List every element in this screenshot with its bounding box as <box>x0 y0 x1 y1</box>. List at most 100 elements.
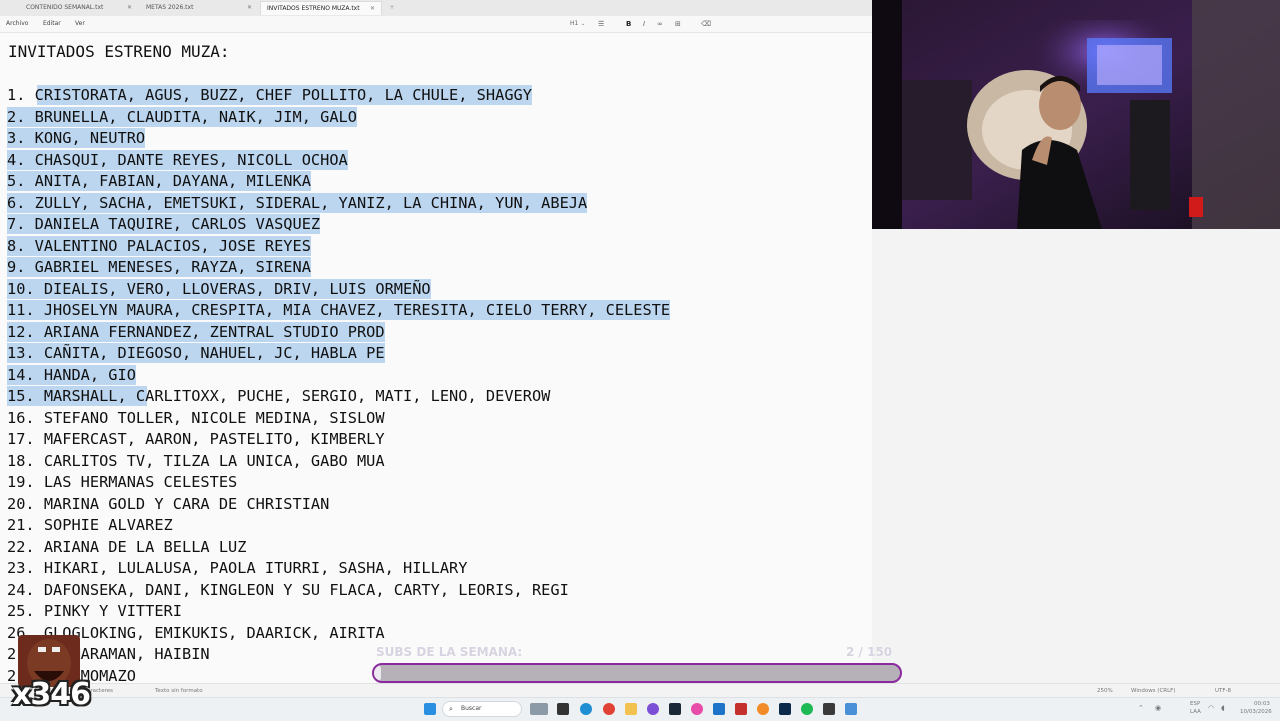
task-view-icon[interactable] <box>557 703 569 715</box>
subs-progress-bar <box>372 663 902 683</box>
wifi-icon[interactable]: ◠ <box>1208 702 1214 714</box>
document-line: 4. CHASQUI, DANTE REYES, NICOLL OCHOA <box>7 149 348 170</box>
line-text: 16. STEFANO TOLLER, NICOLE MEDINA, SISLO… <box>7 408 385 427</box>
search-icon: ⌕ <box>449 705 453 713</box>
line-text: 19. LAS HERMANAS CELESTES <box>7 473 238 491</box>
app-icon[interactable] <box>735 703 747 715</box>
emote-count: x346 <box>12 677 91 712</box>
tab-label: INVITADOS ESTRENO MUZA.txt <box>267 5 360 12</box>
zoom-level[interactable]: 250% <box>1097 684 1113 698</box>
webcam-overlay <box>872 0 1280 229</box>
line-text: 10. DIEALIS, VERO, LLOVERAS, DRIV, LUIS … <box>7 279 431 298</box>
line-text: 12. ARIANA FERNANDEZ, ZENTRAL STUDIO PRO… <box>7 322 385 341</box>
tab-contenido-semanal[interactable]: CONTENIDO SEMANAL.txt ✕ <box>0 1 138 15</box>
app-icon[interactable] <box>757 703 769 715</box>
line-text: 17. MAFERCAST, AARON, PASTELITO, KIMBERL… <box>7 430 385 448</box>
text-editor[interactable]: INVITADOS ESTRENO MUZA: 1. CRISTORATA, A… <box>0 33 872 685</box>
line-text: 25. PINKY Y VITTERI <box>7 602 182 620</box>
windows-start-icon[interactable] <box>424 703 436 715</box>
tab-metas[interactable]: METAS 2026.txt ✕ <box>120 1 258 15</box>
terminal-icon[interactable] <box>823 703 835 715</box>
heading-dropdown[interactable]: H1 <box>570 16 578 32</box>
line-text: 4. CHASQUI, DANTE REYES, NICOLL OCHOA <box>7 150 348 169</box>
steam-icon[interactable] <box>669 703 681 715</box>
document-line: 2. BRUNELLA, CLAUDITA, NAIK, JIM, GALO <box>7 106 357 127</box>
subs-goal-label: SUBS DE LA SEMANA: <box>376 645 523 659</box>
line-ending[interactable]: Windows (CRLF) <box>1131 684 1175 698</box>
close-icon[interactable]: ✕ <box>370 2 375 16</box>
document-line: 13. CAÑITA, DIEGOSO, NAHUEL, JC, HABLA P… <box>7 343 385 363</box>
document-line: 23. HIKARI, LULALUSA, PAOLA ITURRI, SASH… <box>7 558 467 578</box>
menu-bar: Archivo Editar Ver H1 ⌄ ☰ B I ∞ ⊞ ⌫ <box>0 16 872 33</box>
line-text: 24. DAFONSEKA, DANI, KINGLEON Y SU FLACA… <box>7 580 569 599</box>
app-icon[interactable] <box>779 703 791 715</box>
widget-icon[interactable] <box>530 703 548 715</box>
spotify-icon[interactable] <box>801 703 813 715</box>
document-line: 1. CRISTORATA, AGUS, BUZZ, CHEF POLLITO,… <box>7 85 532 105</box>
line-text: 18. CARLITOS TV, TILZA LA UNICA, GABO MU… <box>7 451 385 470</box>
tab-invitados[interactable]: INVITADOS ESTRENO MUZA.txt ✕ <box>260 1 382 15</box>
store-icon[interactable] <box>713 703 725 715</box>
volume-icon[interactable]: ◖ <box>1221 702 1225 714</box>
document-line: 11. JHOSELYN MAURA, CRESPITA, MIA CHAVEZ… <box>7 300 671 320</box>
line-text: 13. CAÑITA, DIEGOSO, NAHUEL, JC, HABLA P… <box>7 344 385 362</box>
tab-bar: CONTENIDO SEMANAL.txt ✕ METAS 2026.txt ✕ I… <box>0 0 872 17</box>
document-line: 16. STEFANO TOLLER, NICOLE MEDINA, SISLO… <box>7 408 385 428</box>
line-text: 9. GABRIEL MENESES, RAYZA, SIRENA <box>7 258 311 276</box>
line-text: 11. JHOSELYN MAURA, CRESPITA, MIA CHAVEZ… <box>7 301 671 319</box>
tab-label: METAS 2026.txt <box>146 4 194 11</box>
clock-date[interactable]: 10/03/2026 <box>1240 708 1272 716</box>
subs-goal-count: 2 / 150 <box>846 645 893 659</box>
document-line: 7. DANIELA TAQUIRE, CARLOS VASQUEZ <box>7 214 321 234</box>
new-tab-icon[interactable]: + <box>386 1 398 15</box>
menu-file[interactable]: Archivo <box>6 16 28 32</box>
region-indicator[interactable]: LAA <box>1190 708 1201 716</box>
chevron-down-icon: ⌄ <box>581 21 586 27</box>
table-icon[interactable]: ⊞ <box>675 16 681 32</box>
clock-time[interactable]: 00:03 <box>1254 700 1270 708</box>
status-bar: caracteres Texto sin formato 250% Window… <box>0 683 1280 698</box>
document-line: 22. ARIANA DE LA BELLA LUZ <box>7 537 246 557</box>
line-text: 6. ZULLY, SACHA, EMETSUKI, SIDERAL, YANI… <box>7 193 588 212</box>
language-indicator[interactable]: ESP <box>1190 700 1200 708</box>
search-box[interactable]: ⌕ Buscar <box>442 701 522 717</box>
edge-icon[interactable] <box>580 703 592 715</box>
app-icon[interactable] <box>647 703 659 715</box>
bold-button[interactable]: B <box>626 16 631 32</box>
network-icon[interactable]: ◉ <box>1155 702 1161 714</box>
line-text: 22. ARIANA DE LA BELLA LUZ <box>7 537 247 556</box>
folder-icon[interactable] <box>625 703 637 715</box>
chrome-icon[interactable] <box>603 703 615 715</box>
clear-format-icon[interactable]: ⌫ <box>701 16 711 32</box>
close-icon[interactable]: ✕ <box>247 1 252 15</box>
document-line: 12. ARIANA FERNANDEZ, ZENTRAL STUDIO PRO… <box>7 321 385 342</box>
document-line: 10. DIEALIS, VERO, LLOVERAS, DRIV, LUIS … <box>7 278 431 299</box>
document-line: 17. MAFERCAST, AARON, PASTELITO, KIMBERL… <box>7 429 385 449</box>
notepad-icon[interactable] <box>845 703 857 715</box>
chevron-up-icon[interactable]: ⌃ <box>1138 702 1144 714</box>
document-line: 6. ZULLY, SACHA, EMETSUKI, SIDERAL, YANI… <box>7 192 588 213</box>
line-text: 14. HANDA, GIO <box>7 365 136 384</box>
document-line: 19. LAS HERMANAS CELESTES <box>7 472 237 492</box>
line-text: 2. BRUNELLA, CLAUDITA, NAIK, JIM, GALO <box>7 107 357 126</box>
document-line: 8. VALENTINO PALACIOS, JOSE REYES <box>7 235 311 256</box>
list-icon[interactable]: ☰ <box>598 16 604 32</box>
menu-edit[interactable]: Editar <box>43 16 61 32</box>
line-text: 23. HIKARI, LULALUSA, PAOLA ITURRI, SASH… <box>7 559 468 577</box>
line-text: 3. KONG, NEUTRO <box>7 129 146 147</box>
format-label: Texto sin formato <box>155 688 203 694</box>
italic-button[interactable]: I <box>643 16 645 32</box>
line-text: 1. CRISTORATA, AGUS, BUZZ, CHEF POLLITO,… <box>7 86 532 104</box>
app-icon[interactable] <box>691 703 703 715</box>
line-text: 20. MARINA GOLD Y CARA DE CHRISTIAN <box>7 494 330 513</box>
encoding[interactable]: UTF-8 <box>1215 684 1231 698</box>
menu-view[interactable]: Ver <box>75 16 85 32</box>
webcam-feed <box>872 0 1280 229</box>
tab-label: CONTENIDO SEMANAL.txt <box>26 4 104 11</box>
page-title: INVITADOS ESTRENO MUZA: <box>8 42 230 61</box>
line-text: 15. MARSHALL, CARLITOXX, PUCHE, SERGIO, … <box>7 387 551 405</box>
link-icon[interactable]: ∞ <box>657 16 663 32</box>
document-line: 14. HANDA, GIO <box>7 364 136 385</box>
document-line: 9. GABRIEL MENESES, RAYZA, SIRENA <box>7 257 311 277</box>
document-line: 24. DAFONSEKA, DANI, KINGLEON Y SU FLACA… <box>7 580 569 600</box>
